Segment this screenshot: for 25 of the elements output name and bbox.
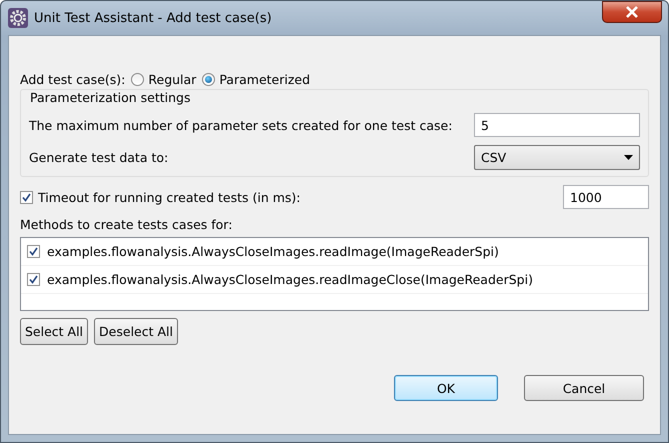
checkbox[interactable] <box>20 190 33 204</box>
method-item[interactable]: examples.flowanalysis.AlwaysCloseImages.readImage(ImageReaderSpi) <box>47 244 499 259</box>
method-item[interactable]: examples.flowanalysis.AlwaysCloseImages.readImageClose(ImageReaderSpi) <box>47 272 533 287</box>
close-button[interactable] <box>602 1 662 23</box>
selection-button[interactable]: Deselect All <box>94 318 178 345</box>
radio-button[interactable]: Regular <box>131 72 196 87</box>
checkbox[interactable] <box>27 245 40 258</box>
timeout-field[interactable]: 1000 <box>563 185 649 209</box>
dialog-button[interactable]: OK <box>394 375 498 401</box>
group-title: Parameterization settings <box>28 90 192 105</box>
dialog-button[interactable]: Cancel <box>524 375 644 401</box>
generate-to-label: Generate test data to: <box>29 150 168 165</box>
window-title: Unit Test Assistant - Add test case(s) <box>34 10 272 26</box>
gear-icon <box>8 8 28 28</box>
generate-to-dropdown[interactable]: CSV <box>474 145 640 170</box>
radio-button[interactable]: Parameterized <box>202 72 310 87</box>
methods-label: Methods to create tests cases for: <box>20 217 234 232</box>
max-sets-label: The maximum number of parameter sets created for one test case: <box>29 118 452 132</box>
selection-button[interactable]: Select All <box>20 318 88 345</box>
max-sets-field[interactable]: 5 <box>474 113 640 137</box>
timeout-label: Timeout for running created tests (in ms): <box>38 190 301 204</box>
checkbox[interactable] <box>27 273 40 286</box>
caret-icon <box>624 155 633 160</box>
mode-label: Add test case(s): <box>20 72 126 87</box>
close-icon <box>625 6 639 18</box>
